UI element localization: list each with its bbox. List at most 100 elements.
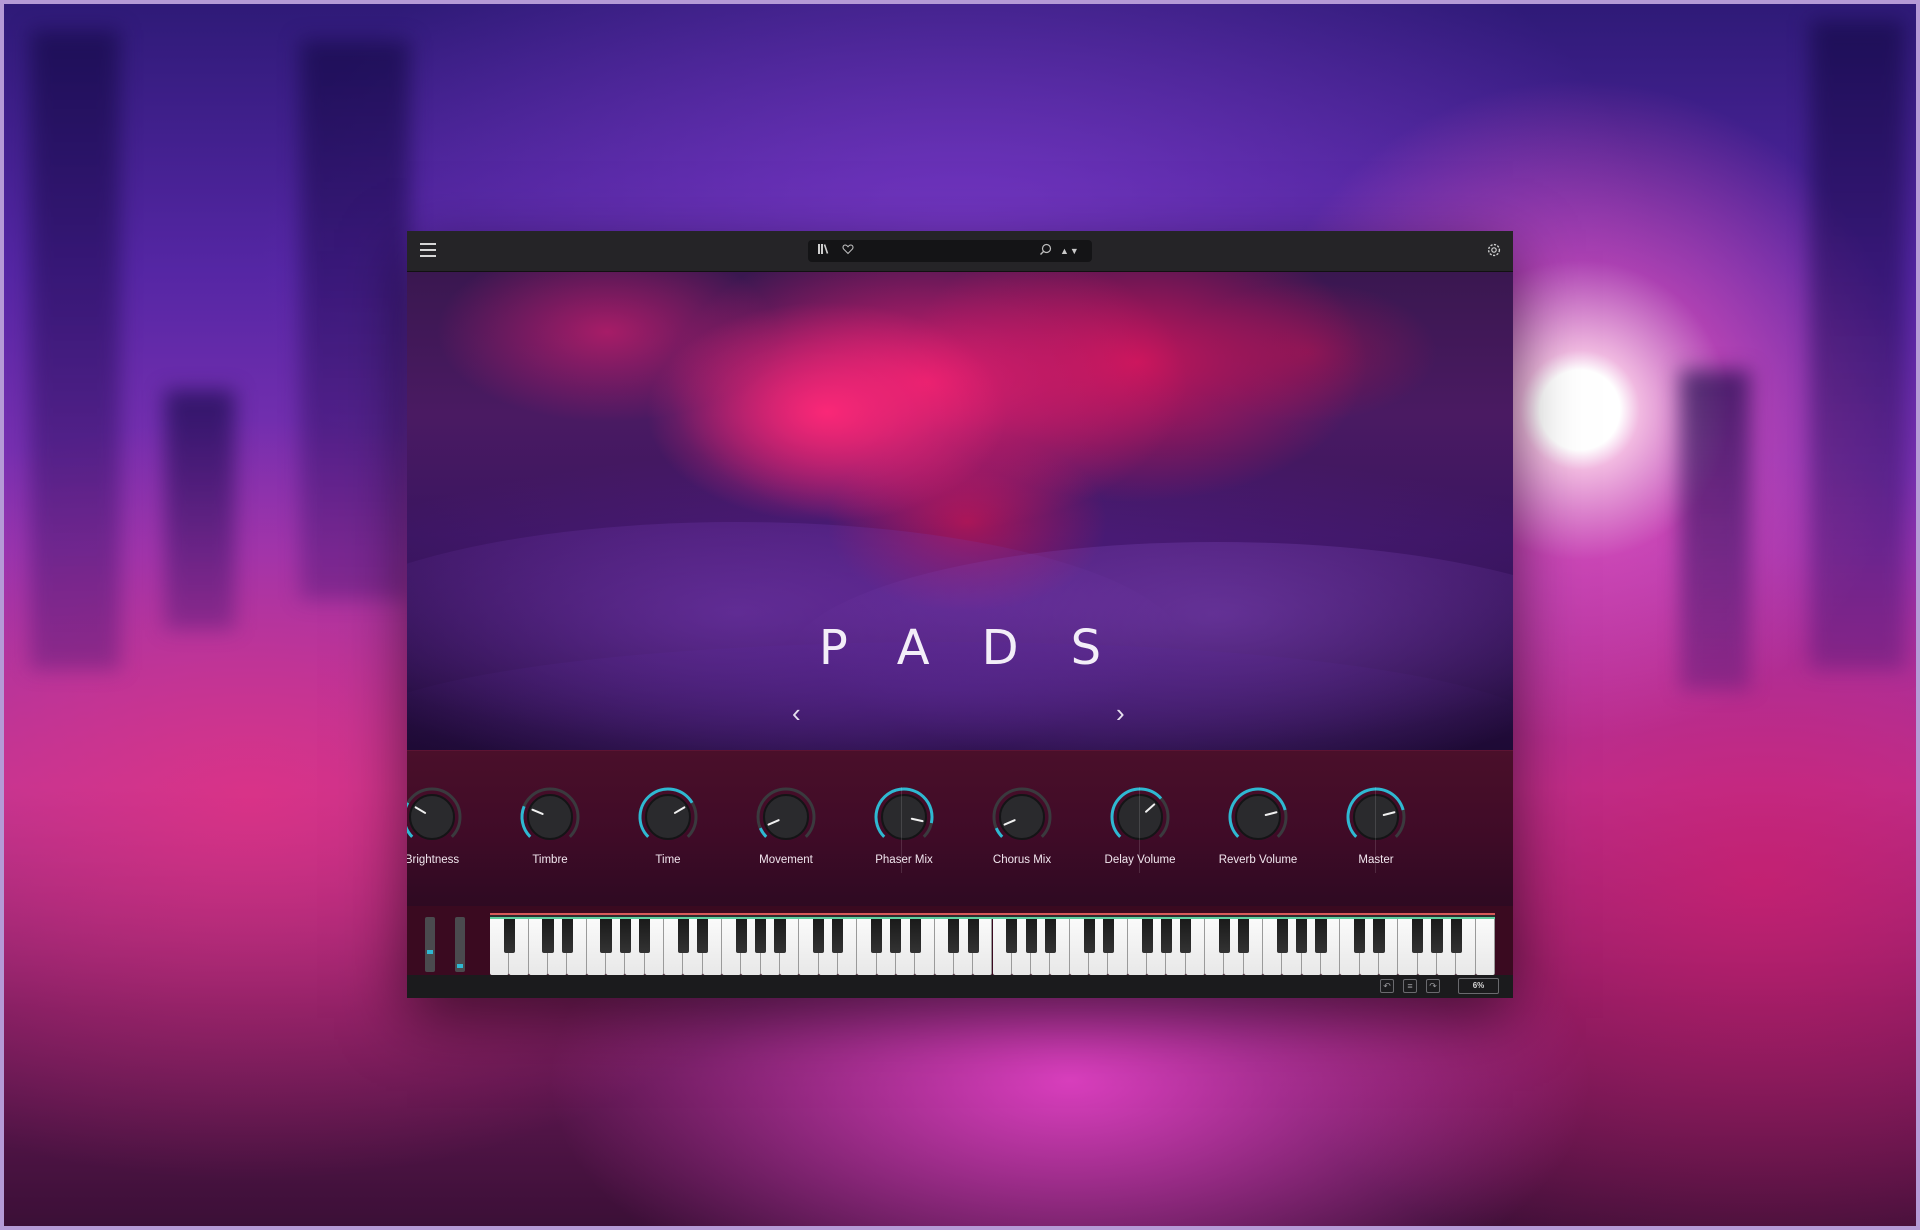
background-tower [30,30,120,670]
black-key[interactable] [1025,919,1037,953]
piano-keyboard[interactable] [490,913,1495,975]
top-toolbar: ▲▼ [407,231,1513,272]
up-down-arrows-icon[interactable]: ▲▼ [1060,243,1080,259]
black-key[interactable] [561,919,573,953]
black-key[interactable] [1160,919,1173,953]
black-key[interactable] [1431,919,1443,953]
black-key[interactable] [1102,919,1115,953]
undo-icon[interactable]: ↶ [1380,979,1394,993]
black-key[interactable] [774,919,786,953]
black-key[interactable] [1141,919,1153,953]
black-key[interactable] [677,919,689,953]
zoom-level[interactable]: 6% [1458,978,1499,994]
knob-time[interactable]: Time [609,786,727,876]
black-key[interactable] [890,919,902,953]
knob-movement[interactable]: Movement [727,786,845,876]
library-icon[interactable] [817,243,829,259]
black-key[interactable] [1354,919,1366,953]
knob-label: Brightness [407,854,460,866]
preset-title: PADS [818,620,1154,676]
knob-dial[interactable] [637,786,699,848]
knob-label: Delay Volume [1104,854,1176,866]
knob-label: Reverb Volume [1218,854,1298,866]
black-key[interactable] [1296,919,1308,953]
black-key[interactable] [639,919,651,953]
knob-dial[interactable] [1109,786,1171,848]
knob-phaser-mix[interactable]: Phaser Mix [845,786,963,876]
knob-delay-volume[interactable]: Delay Volume [1081,786,1199,876]
knob-body [763,794,809,840]
previous-preset-arrow[interactable]: ‹ [792,700,801,726]
knob-dial[interactable] [407,786,463,848]
knob-label: Movement [759,854,813,866]
black-key[interactable] [754,919,767,953]
gear-icon[interactable] [1485,241,1503,259]
plugin-window: ▲▼ PADS ‹ › Brightness Timbre Time Movement… [407,231,1513,998]
white-key[interactable] [1475,919,1495,975]
heart-icon[interactable] [842,243,854,259]
knob-label: Timbre [532,854,568,866]
status-bar: ↶ ≡ ↷ 6% [407,975,1513,998]
knob-master[interactable]: Master [1317,786,1435,876]
black-key[interactable] [735,919,747,953]
knob-reverb-volume[interactable]: Reverb Volume [1199,786,1317,876]
black-key[interactable] [1044,919,1057,953]
black-key[interactable] [948,919,960,953]
black-key[interactable] [503,919,515,953]
knob-dial[interactable] [1227,786,1289,848]
black-key[interactable] [696,919,709,953]
knob-dial[interactable] [755,786,817,848]
knob-body [999,794,1045,840]
black-key[interactable] [1412,919,1424,953]
black-key[interactable] [1238,919,1250,953]
meter-fill [427,950,433,955]
black-key[interactable] [1218,919,1231,953]
black-key[interactable] [909,919,921,953]
knob-dial[interactable] [873,786,935,848]
knob-label: Time [655,854,681,866]
knob-body [1117,794,1163,840]
black-key[interactable] [812,919,825,953]
black-key[interactable] [1006,919,1018,953]
black-key[interactable] [870,919,883,953]
black-key[interactable] [1083,919,1095,953]
background-tower [1680,370,1750,690]
black-key[interactable] [1276,919,1288,953]
redo-icon[interactable]: ↷ [1426,979,1440,993]
knob-label: Master [1358,854,1394,866]
background-tower [300,40,410,600]
black-key[interactable] [600,919,612,953]
knob-body [881,794,927,840]
search-icon[interactable] [1039,243,1052,260]
black-key[interactable] [1450,919,1462,953]
preset-browser-bar[interactable]: ▲▼ [808,240,1092,262]
knob-chorus-mix[interactable]: Chorus Mix [963,786,1081,876]
knob-dial[interactable] [519,786,581,848]
knob-dial[interactable] [991,786,1053,848]
background-tower [165,390,235,630]
level-meter-left [425,917,435,972]
knob-timbre[interactable]: Timbre [491,786,609,876]
hamburger-icon[interactable] [420,243,436,257]
knob-brightness[interactable]: Brightness [407,786,491,876]
knob-dial[interactable] [1345,786,1407,848]
knob-body [409,794,455,840]
black-key[interactable] [1180,919,1192,953]
knob-label: Chorus Mix [992,854,1052,866]
knob-body [527,794,573,840]
black-key[interactable] [619,919,631,953]
meter-fill [457,963,463,968]
knob-value-arc [994,827,1004,838]
knob-label: Phaser Mix [875,854,933,866]
section-divider [901,787,902,873]
next-preset-arrow[interactable]: › [1116,700,1125,726]
black-key[interactable] [1315,919,1327,953]
black-key[interactable] [832,919,844,953]
list-icon[interactable]: ≡ [1403,979,1417,993]
knob-body [1235,794,1281,840]
black-key[interactable] [967,919,979,953]
knob-body [645,794,691,840]
black-key[interactable] [1373,919,1385,953]
black-key[interactable] [542,919,554,953]
section-divider [1375,787,1376,873]
